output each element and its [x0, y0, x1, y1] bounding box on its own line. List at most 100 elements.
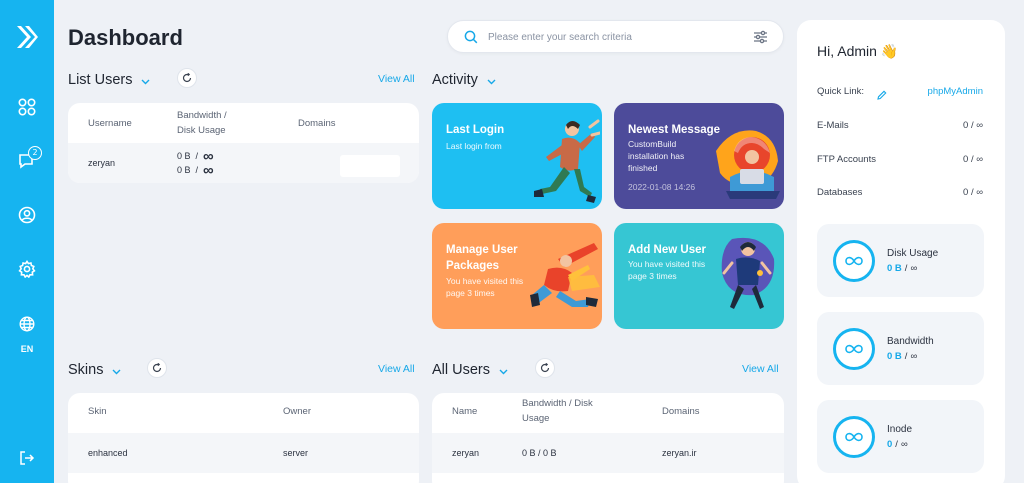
user-domains-cell	[340, 155, 400, 177]
all-users-table: Name Bandwidth / Disk Usage Domains zery…	[432, 393, 784, 483]
language-globe-icon[interactable]	[0, 316, 54, 332]
person-kneeling-illustration	[530, 243, 600, 307]
usage-used: 0	[887, 439, 893, 450]
list-users-title: List Users	[68, 72, 133, 88]
tile-manage-user-packages[interactable]: Manage User Packages You have visited th…	[432, 223, 602, 329]
sidebar: 2 EN	[0, 0, 54, 483]
skins-refresh-button[interactable]	[147, 358, 167, 378]
user-domain[interactable]: zeryan.ir	[662, 446, 697, 460]
usage-label: Bandwidth	[887, 336, 934, 347]
column-header-name: Name	[452, 406, 478, 417]
column-header-skin: Skin	[88, 406, 107, 417]
quick-link-phpmyadmin[interactable]: phpMyAdmin	[928, 86, 983, 97]
account-summary-panel: Hi, Admin 👋 Quick Link: phpMyAdmin E-Mai…	[797, 20, 1005, 483]
infinity-icon	[833, 240, 875, 282]
skins-header[interactable]: Skins	[68, 360, 121, 380]
skins-title: Skins	[68, 362, 104, 378]
person-with-laptop-illustration	[716, 130, 780, 199]
table-row[interactable]: enhanced server	[68, 433, 419, 473]
column-header-bandwidth: Bandwidth / Disk Usage	[177, 110, 227, 136]
all-users-refresh-button[interactable]	[535, 358, 555, 378]
settings-gear-icon[interactable]	[0, 260, 54, 278]
column-header-domains: Domains	[298, 118, 336, 129]
chevron-down-icon[interactable]	[112, 362, 121, 380]
usage-value: 0 B / ∞	[887, 263, 918, 274]
chevron-down-icon[interactable]	[141, 72, 150, 90]
all-users-title: All Users	[432, 362, 491, 378]
tile-subtitle: You have visited this page 3 times	[628, 259, 706, 281]
messages-icon[interactable]: 2	[0, 146, 54, 170]
refresh-icon	[540, 363, 550, 373]
skin-owner: server	[283, 448, 309, 458]
stat-databases-label: Databases	[817, 187, 863, 198]
page-title: Dashboard	[68, 25, 183, 50]
usage-value: 0 B / ∞	[887, 351, 918, 362]
dashboard-grid-icon[interactable]	[0, 98, 54, 116]
logout-icon[interactable]	[0, 450, 54, 466]
skin-name[interactable]: enhanced	[88, 446, 128, 460]
person-sitting-illustration	[721, 237, 775, 309]
tile-subtitle: CustomBuild installation has finished	[628, 139, 685, 173]
search-icon	[464, 30, 478, 49]
usage-max: ∞	[910, 351, 918, 362]
language-label[interactable]: EN	[0, 344, 54, 354]
usage-value: 0/∞	[887, 439, 908, 450]
infinity-icon	[833, 416, 875, 458]
chevron-down-icon[interactable]	[487, 72, 496, 90]
stat-ftp-label: FTP Accounts	[817, 154, 876, 165]
tile-add-new-user[interactable]: Add New User You have visited this page …	[614, 223, 784, 329]
usage-max: ∞	[910, 263, 918, 274]
refresh-icon	[152, 363, 162, 373]
all-users-view-all-link[interactable]: View All	[742, 363, 779, 375]
usage-card-bandwidth: Bandwidth 0 B / ∞	[817, 312, 984, 385]
stat-ftp-value: 0 / ∞	[963, 154, 983, 165]
list-users-table: Username Bandwidth / Disk Usage Domains …	[68, 103, 419, 183]
bandwidth-used: 0 B	[177, 151, 191, 161]
activity-header[interactable]: Activity	[432, 70, 496, 90]
disk-limit: ∞	[203, 162, 214, 179]
tile-newest-message[interactable]: Newest Message CustomBuild installation …	[614, 103, 784, 209]
usage-card-disk: Disk Usage 0 B / ∞	[817, 224, 984, 297]
disk-used: 0 B	[177, 165, 191, 175]
edit-pencil-icon[interactable]	[877, 87, 887, 105]
activity-title: Activity	[432, 72, 478, 88]
column-header-owner: Owner	[283, 406, 311, 417]
tile-date: 2022-01-08 14:26	[628, 182, 696, 192]
filter-sliders-icon[interactable]	[753, 30, 768, 49]
usage-used: 0 B	[887, 351, 902, 362]
table-row[interactable]: zeryan 0 B / ∞ 0 B / ∞	[68, 143, 419, 183]
user-disk: 0 B / ∞	[177, 162, 214, 179]
user-usage: 0 B / 0 B	[522, 448, 557, 458]
all-users-header[interactable]: All Users	[432, 360, 508, 380]
usage-card-inode: Inode 0/∞	[817, 400, 984, 473]
column-header-username: Username	[88, 118, 132, 129]
logo-icon[interactable]	[0, 24, 54, 50]
search-bar	[447, 20, 784, 53]
notifications-badge: 2	[28, 146, 42, 160]
usage-label: Disk Usage	[887, 248, 939, 259]
user-profile-icon[interactable]	[0, 206, 54, 224]
usage-used: 0 B	[887, 263, 902, 274]
usage-max: ∞	[900, 439, 908, 450]
skins-view-all-link[interactable]: View All	[378, 363, 415, 375]
infinity-icon	[833, 328, 875, 370]
search-input[interactable]	[488, 29, 738, 45]
refresh-icon	[182, 73, 192, 83]
tile-subtitle: Last login from	[446, 141, 502, 151]
tile-last-login[interactable]: Last Login Last login from	[432, 103, 602, 209]
list-users-refresh-button[interactable]	[177, 68, 197, 88]
person-running-illustration	[534, 119, 600, 203]
user-name[interactable]: zeryan	[452, 446, 479, 460]
stat-emails-label: E-Mails	[817, 120, 849, 131]
user-username[interactable]: zeryan	[88, 156, 115, 170]
list-users-view-all-link[interactable]: View All	[378, 73, 415, 85]
chevron-down-icon[interactable]	[499, 362, 508, 380]
list-users-header[interactable]: List Users	[68, 70, 150, 90]
usage-label: Inode	[887, 424, 913, 435]
quick-link-label: Quick Link:	[817, 86, 864, 97]
tile-title: Manage User Packages	[446, 244, 518, 272]
table-row[interactable]: zeryan 0 B / 0 B zeryan.ir	[432, 433, 784, 473]
greeting: Hi, Admin 👋	[817, 43, 899, 59]
stat-databases-value: 0 / ∞	[963, 187, 983, 198]
column-header-domains: Domains	[662, 406, 700, 417]
